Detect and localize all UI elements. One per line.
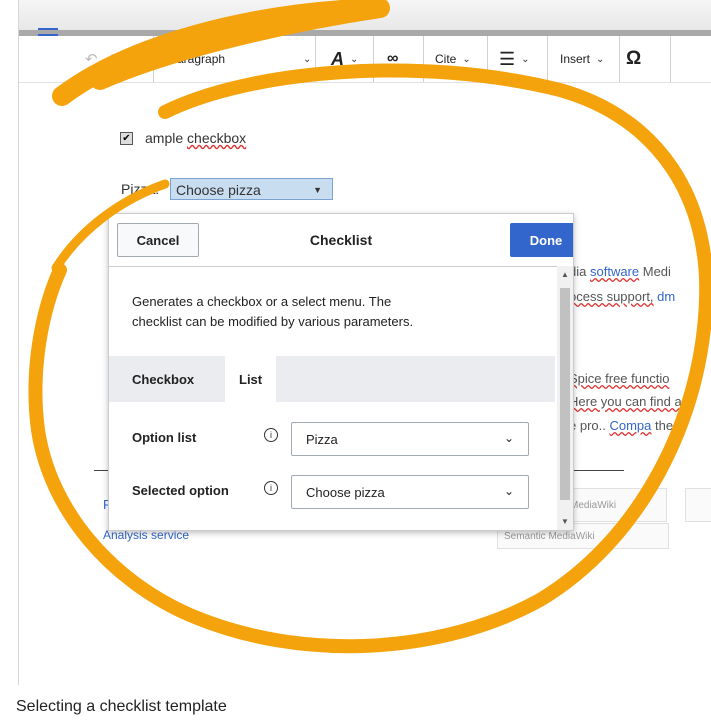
- logo-text: Semantic MediaWiki: [504, 530, 595, 542]
- selected-option-select[interactable]: Choose pizza ⌄: [291, 475, 529, 509]
- checkbox-label-underlined: checkbox: [187, 130, 247, 146]
- image-caption: Selecting a checklist template: [16, 698, 227, 715]
- option-list-value: Pizza: [306, 431, 338, 447]
- done-button[interactable]: Done: [510, 223, 573, 257]
- bg-link[interactable]: Compa: [609, 418, 651, 433]
- dialog-tabs: Checkbox List: [109, 356, 555, 402]
- description-line: Generates a checkbox or a select menu. T…: [132, 294, 392, 309]
- logo-text: MediaWiki: [570, 499, 617, 511]
- chevron-down-icon: ⌄: [503, 484, 514, 498]
- toolbar-separator: [487, 36, 488, 82]
- chevron-down-icon: ⌄: [596, 53, 605, 65]
- selected-option-label: Selected option: [132, 483, 229, 498]
- pizza-select[interactable]: Choose pizza ▼: [170, 178, 333, 200]
- bg-text-line: Spice free functio: [569, 371, 669, 386]
- dialog-scrollbar[interactable]: ▲ ▼: [557, 266, 573, 530]
- toolbar-separator: [373, 36, 374, 82]
- pizza-label: Pizza:: [121, 181, 160, 197]
- checklist-dialog: Cancel Checklist Done Generates a checkb…: [108, 213, 574, 531]
- checkbox-label: ample checkbox: [145, 130, 246, 146]
- editor-toolbar: ↶ ↷ Paragraph ⌄ A ⌄ ∞ Cite ⌄ ☰ ⌄ Insert …: [19, 36, 711, 83]
- bg-text: Medi: [642, 264, 671, 279]
- link-icon[interactable]: ∞: [387, 36, 398, 82]
- info-icon[interactable]: i: [264, 481, 278, 495]
- bg-text-line: e pro.. Compa the: [569, 418, 673, 433]
- chevron-down-icon: ⌄: [462, 53, 471, 65]
- scroll-up-icon[interactable]: ▲: [561, 270, 569, 279]
- bg-text-line: Here you can find a: [569, 394, 682, 409]
- screenshot-frame: ↶ ↷ Paragraph ⌄ A ⌄ ∞ Cite ⌄ ☰ ⌄ Insert …: [18, 0, 711, 685]
- toolbar-separator: [547, 36, 548, 82]
- redo-icon[interactable]: ↷: [109, 36, 122, 82]
- dialog-header: Cancel Checklist Done: [109, 214, 573, 267]
- tab-list[interactable]: List: [225, 356, 277, 402]
- insert-button[interactable]: Insert ⌄: [560, 36, 604, 82]
- toolbar-separator: [423, 36, 424, 82]
- toolbar-separator: [619, 36, 620, 82]
- selected-option-value: Choose pizza: [306, 484, 385, 500]
- bg-text: Here you can find a: [569, 394, 682, 409]
- text-style-icon: A: [331, 48, 344, 69]
- toolbar-separator: [153, 36, 154, 82]
- tab-checkbox[interactable]: Checkbox: [118, 356, 208, 402]
- dialog-description: Generates a checkbox or a select menu. T…: [132, 292, 413, 332]
- special-character-button[interactable]: Ω: [626, 36, 641, 82]
- bg-text: ocess support,: [569, 289, 654, 304]
- toolbar-separator: [670, 36, 671, 82]
- cite-label: Cite: [435, 52, 457, 66]
- bulleted-list-icon: ☰: [499, 48, 516, 69]
- undo-icon[interactable]: ↶: [85, 36, 98, 82]
- cite-button[interactable]: Cite ⌄: [435, 36, 471, 82]
- sample-checkbox[interactable]: ✔: [120, 132, 133, 145]
- pizza-select-value: Choose pizza: [176, 182, 261, 198]
- browser-top-strip: [19, 0, 711, 36]
- checkbox-label-part: ample: [145, 130, 184, 146]
- bg-text: e pro..: [569, 418, 606, 433]
- logo-box: [685, 488, 711, 522]
- bg-link[interactable]: dm: [657, 289, 675, 304]
- scroll-down-icon[interactable]: ▼: [561, 517, 569, 526]
- dropdown-arrow-icon: ▼: [313, 185, 322, 195]
- toolbar-separator: [315, 36, 316, 82]
- bg-link[interactable]: software: [590, 264, 639, 279]
- bg-text: the: [655, 418, 674, 433]
- bg-text-line: dia software Medi: [569, 264, 671, 279]
- option-list-label: Option list: [132, 430, 197, 445]
- chevron-down-icon: ⌄: [303, 53, 312, 65]
- text-style-button[interactable]: A ⌄: [331, 36, 358, 82]
- scrollbar-thumb[interactable]: [560, 288, 570, 500]
- paragraph-label: Paragraph: [169, 52, 226, 66]
- chevron-down-icon: ⌄: [503, 431, 514, 445]
- bg-text-line: ocess support, dm: [569, 289, 675, 304]
- dialog-title: Checklist: [309, 232, 373, 248]
- bulleted-list-button[interactable]: ☰ ⌄: [499, 36, 530, 82]
- description-line: checklist can be modified by various par…: [132, 314, 414, 329]
- info-icon[interactable]: i: [264, 428, 278, 442]
- option-list-select[interactable]: Pizza ⌄: [291, 422, 529, 456]
- insert-label: Insert: [560, 52, 591, 66]
- chevron-down-icon: ⌄: [350, 53, 359, 65]
- chevron-down-icon: ⌄: [521, 53, 530, 65]
- paragraph-format-dropdown[interactable]: Paragraph ⌄: [169, 36, 312, 82]
- bg-text: Spice free functio: [569, 371, 670, 386]
